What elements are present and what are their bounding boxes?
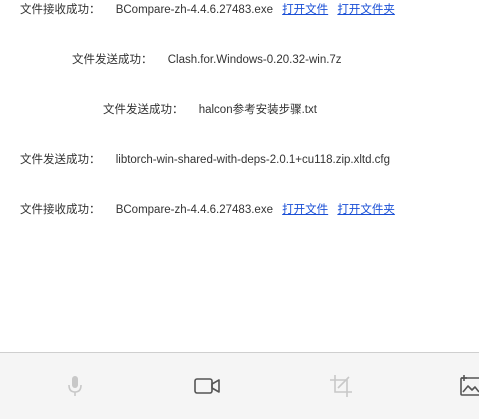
file-name: BCompare-zh-4.4.6.27483.exe: [115, 204, 273, 216]
status-label: 文件接收成功：: [20, 4, 101, 16]
open-folder-link[interactable]: 打开文件夹: [337, 204, 395, 216]
message-row: 文件发送成功： libtorch-win-shared-with-deps-2.…: [20, 151, 396, 169]
open-folder-link[interactable]: 打开文件夹: [337, 4, 395, 16]
crop-icon: [330, 375, 352, 397]
status-label: 文件发送成功：: [72, 54, 153, 66]
message-row: 文件接收成功： BCompare-zh-4.4.6.27483.exe 打开文件…: [20, 201, 401, 219]
message-row: 文件发送成功： Clash.for.Windows-0.20.32-win.7z: [72, 51, 348, 69]
status-label: 文件发送成功：: [20, 154, 101, 166]
status-label: 文件发送成功：: [103, 104, 184, 116]
microphone-button[interactable]: [60, 371, 90, 401]
file-name: libtorch-win-shared-with-deps-2.0.1+cu11…: [115, 154, 391, 166]
input-toolbar: [0, 352, 479, 419]
microphone-icon: [68, 376, 82, 396]
message-row: 文件发送成功： halcon参考安装步骤.txt: [103, 101, 323, 119]
video-camera-icon: [194, 378, 220, 394]
image-icon: [460, 375, 479, 396]
video-call-button[interactable]: [192, 371, 222, 401]
file-name: halcon参考安装步骤.txt: [198, 104, 317, 116]
file-name: BCompare-zh-4.4.6.27483.exe: [115, 4, 273, 16]
screenshot-button[interactable]: [326, 371, 356, 401]
status-label: 文件接收成功：: [20, 204, 101, 216]
open-file-link[interactable]: 打开文件: [282, 204, 328, 216]
file-name: Clash.for.Windows-0.20.32-win.7z: [167, 54, 342, 66]
open-file-link[interactable]: 打开文件: [282, 4, 328, 16]
file-transfer-window: 文件接收成功： BCompare-zh-4.4.6.27483.exe 打开文件…: [0, 0, 479, 419]
send-image-button[interactable]: [456, 371, 479, 401]
message-row: 文件接收成功： BCompare-zh-4.4.6.27483.exe 打开文件…: [20, 1, 401, 19]
